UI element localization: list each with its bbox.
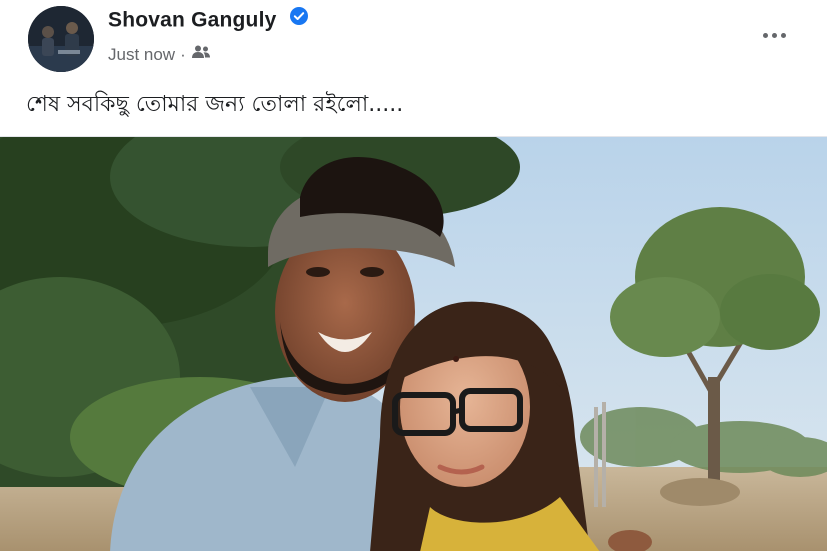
author-avatar[interactable]: [28, 6, 94, 72]
post-header: Shovan Ganguly Just now ·: [0, 0, 827, 78]
author-name[interactable]: Shovan Ganguly: [108, 9, 277, 32]
more-dot: [771, 32, 777, 38]
more-options-icon[interactable]: [754, 20, 794, 50]
post-caption: শেষ সবকিছু তোমার জন্য তোলা রইলো.....: [26, 92, 404, 117]
author-name-row: Shovan Ganguly: [108, 6, 309, 34]
more-dot: [762, 32, 768, 38]
post-timestamp[interactable]: Just now: [108, 45, 175, 65]
avatar-photo: [28, 6, 94, 72]
photo-couple-outdoors: [0, 137, 827, 551]
facebook-post: Shovan Ganguly Just now · শেষ সবকিছু তোম…: [0, 0, 827, 551]
post-photo[interactable]: [0, 136, 827, 551]
post-meta: Just now ·: [108, 44, 211, 65]
meta-separator: ·: [180, 44, 186, 64]
verified-badge-icon: [289, 6, 309, 32]
friends-audience-icon[interactable]: [191, 44, 211, 65]
more-dot: [780, 32, 786, 38]
